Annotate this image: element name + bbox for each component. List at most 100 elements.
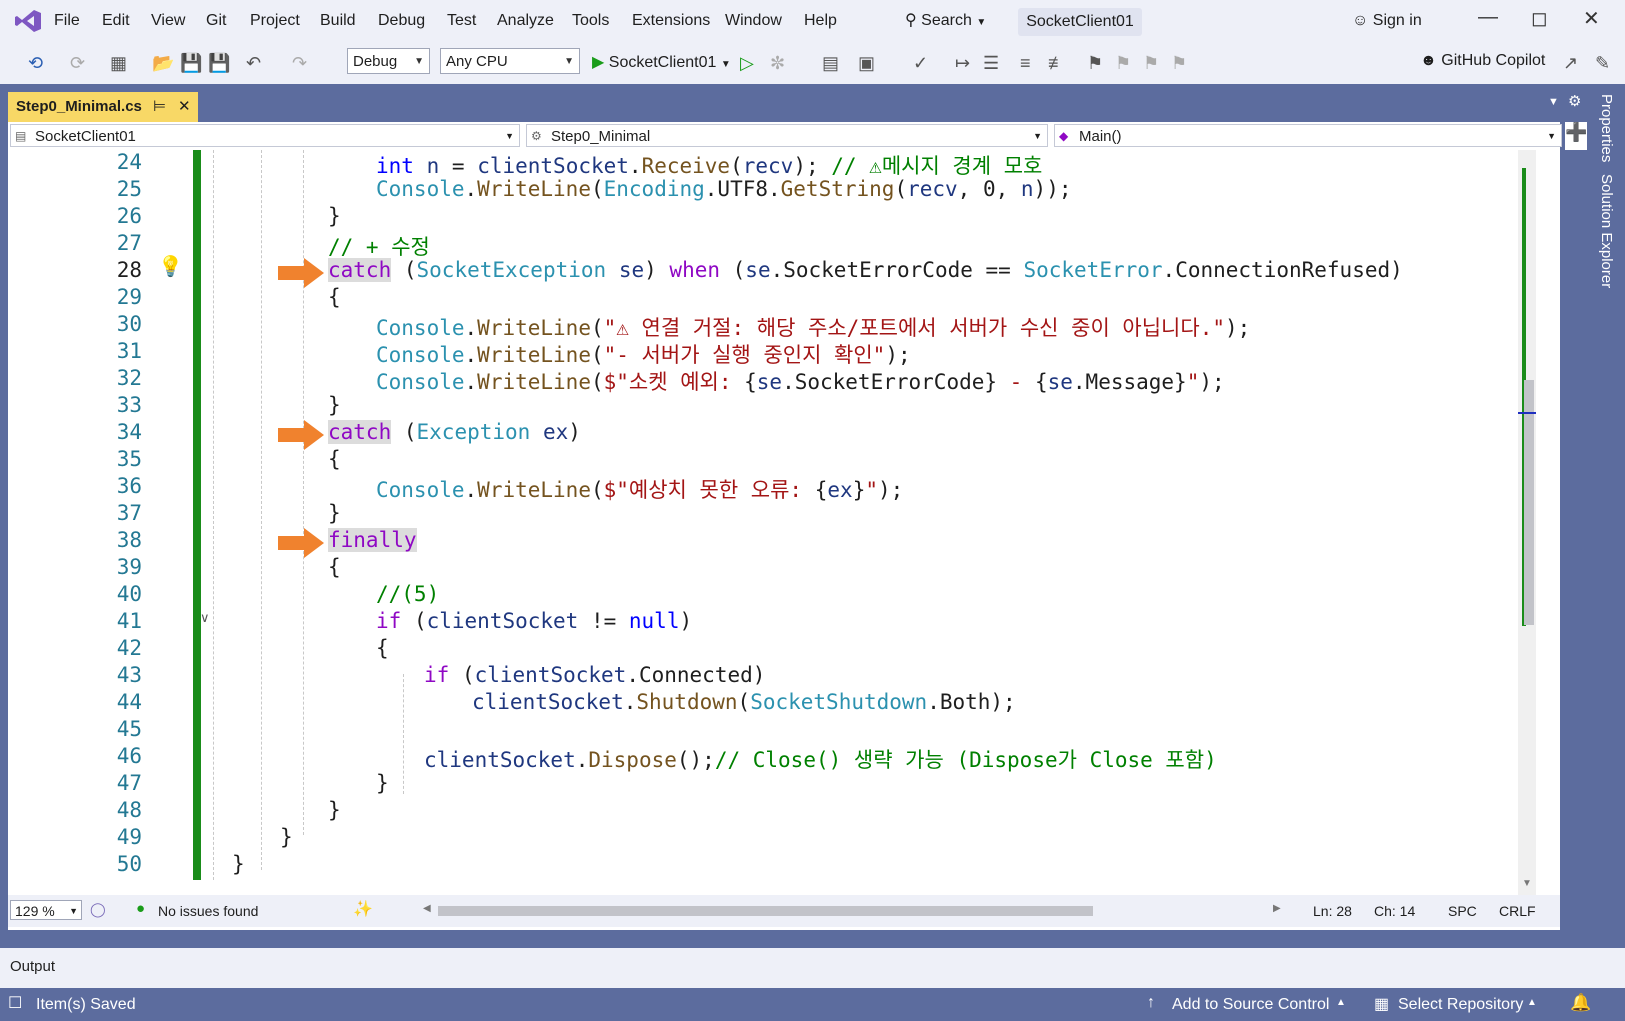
menu-extensions[interactable]: Extensions xyxy=(632,12,710,30)
platform-dropdown[interactable]: Any CPU ▼ xyxy=(440,48,580,74)
menu-help[interactable]: Help xyxy=(804,12,837,30)
clear-bookmarks-icon[interactable]: ⚑ xyxy=(1171,53,1187,74)
menu-test[interactable]: Test xyxy=(447,12,476,30)
undo-icon[interactable]: ↶ xyxy=(246,53,261,74)
code-line: if (clientSocket.Connected) xyxy=(424,663,766,687)
class-value: Step0_Minimal xyxy=(551,128,651,145)
code-line: } xyxy=(328,204,341,228)
start-without-debugging-icon[interactable]: ▷ xyxy=(740,53,754,74)
issues-status[interactable]: No issues found xyxy=(158,903,258,919)
feedback-icon[interactable]: ✎ xyxy=(1595,53,1610,74)
line-indicator[interactable]: Ln: 28 xyxy=(1313,903,1352,919)
new-item-icon[interactable]: ▦ xyxy=(110,53,127,74)
menu-debug[interactable]: Debug xyxy=(378,12,425,30)
account-icon: ☺ xyxy=(1352,12,1369,29)
caret-position-marker xyxy=(1518,412,1536,414)
chevron-up-icon: ▲ xyxy=(1527,997,1537,1008)
code-line: } xyxy=(376,771,389,795)
back-icon[interactable]: ⟲ xyxy=(28,53,43,74)
maximize-icon[interactable]: ◻ xyxy=(1531,6,1548,31)
close-icon[interactable]: ✕ xyxy=(1583,6,1600,31)
code-line: } xyxy=(328,501,341,525)
format-icon[interactable]: ☰ xyxy=(983,53,999,74)
uncomment-icon[interactable]: ≢ xyxy=(1048,53,1066,74)
class-dropdown[interactable]: ⚙ Step0_Minimal ▼ xyxy=(526,124,1048,147)
lightbulb-icon[interactable]: 💡 xyxy=(158,254,183,279)
menu-edit[interactable]: Edit xyxy=(102,12,130,30)
sign-in-label: Sign in xyxy=(1372,12,1422,29)
line-number: 26 xyxy=(116,204,142,228)
tab-step0-minimal[interactable]: Step0_Minimal.cs ⊨ ✕ xyxy=(8,92,198,122)
code-line: catch (Exception ex) xyxy=(328,420,581,444)
notification-bell-icon[interactable]: 🔔 xyxy=(1570,993,1591,1013)
output-tab[interactable]: Output xyxy=(10,958,55,975)
column-indicator[interactable]: Ch: 14 xyxy=(1374,903,1415,919)
menu-analyze[interactable]: Analyze xyxy=(497,12,554,30)
hot-reload-icon[interactable]: ✼ xyxy=(770,53,785,74)
scroll-thumb[interactable] xyxy=(1524,380,1534,625)
zoom-dropdown[interactable]: 129 % ▼ xyxy=(10,900,82,920)
menu-file[interactable]: File xyxy=(54,12,80,30)
start-debugging-button[interactable]: ▶ SocketClient01 ▼ xyxy=(592,52,731,72)
search-box[interactable]: ⚲ Search ▼ xyxy=(905,10,986,30)
tab-list-chevron-icon[interactable]: ▼ xyxy=(1548,96,1559,108)
open-folder-icon[interactable]: 📂 xyxy=(152,53,174,74)
code-editor[interactable]: 24 25 26 27 28 29 30 31 32 33 34 35 36 3… xyxy=(8,150,1560,930)
collapse-chevron-icon[interactable]: ∨ xyxy=(200,610,210,626)
project-dropdown[interactable]: ▤ SocketClient01 ▼ xyxy=(10,124,520,147)
share-icon[interactable]: ↗ xyxy=(1563,53,1578,74)
split-window-icon[interactable]: ➕ xyxy=(1565,122,1587,150)
configuration-dropdown[interactable]: Debug ▼ xyxy=(347,48,430,74)
line-number: 39 xyxy=(116,555,142,579)
chevron-down-icon: ▼ xyxy=(414,56,424,67)
editor-status-row: 129 % ▼ ◯ ● No issues found ✨ ◀ ▶ Ln: 28… xyxy=(8,895,1560,927)
solution-explorer-icon[interactable]: ▤ xyxy=(822,53,839,74)
next-bookmark-icon[interactable]: ⚑ xyxy=(1143,53,1159,74)
layout-icon[interactable]: ▣ xyxy=(858,53,875,74)
prev-bookmark-icon[interactable]: ⚑ xyxy=(1115,53,1131,74)
add-to-source-control-button[interactable]: Add to Source Control xyxy=(1172,996,1329,1014)
gear-icon[interactable]: ⚙ xyxy=(1568,92,1581,110)
indent-guide xyxy=(261,150,262,870)
comment-icon[interactable]: ≡ xyxy=(1020,53,1031,74)
whitespace-indicator[interactable]: SPC xyxy=(1448,903,1477,919)
save-all-icon[interactable]: 💾 xyxy=(208,53,230,74)
navigation-bar: ▤ SocketClient01 ▼ ⚙ Step0_Minimal ▼ ◆ M… xyxy=(8,122,1562,151)
title-bar: File Edit View Git Project Build Debug T… xyxy=(0,0,1625,44)
properties-tab[interactable]: Properties xyxy=(1598,94,1615,162)
horizontal-scroll-thumb[interactable] xyxy=(438,906,1093,916)
sign-in-button[interactable]: ☺ Sign in xyxy=(1352,12,1422,30)
forward-icon[interactable]: ⟳ xyxy=(70,53,85,74)
line-number: 37 xyxy=(116,501,142,525)
menu-build[interactable]: Build xyxy=(320,12,356,30)
scroll-right-icon[interactable]: ▶ xyxy=(1273,903,1281,914)
member-dropdown[interactable]: ◆ Main() ▼ xyxy=(1054,124,1562,147)
solution-explorer-tab[interactable]: Solution Explorer xyxy=(1598,174,1615,288)
code-cleanup-icon[interactable]: ✨ xyxy=(353,899,373,919)
menu-project[interactable]: Project xyxy=(250,12,300,30)
menu-git[interactable]: Git xyxy=(206,12,226,30)
close-tab-icon[interactable]: ✕ xyxy=(178,92,191,122)
bookmark-icon[interactable]: ⚑ xyxy=(1087,53,1103,74)
save-icon[interactable]: 💾 xyxy=(180,53,202,74)
annotation-arrow-icon xyxy=(278,528,324,558)
scroll-down-icon[interactable]: ▼ xyxy=(1522,878,1532,889)
menu-window[interactable]: Window xyxy=(725,12,782,30)
minimize-icon[interactable]: — xyxy=(1478,6,1498,29)
redo-icon[interactable]: ↷ xyxy=(292,53,307,74)
line-number: 24 xyxy=(116,150,142,174)
github-copilot-button[interactable]: ☻ GitHub Copilot xyxy=(1420,52,1545,70)
menu-tools[interactable]: Tools xyxy=(572,12,609,30)
step-icon[interactable]: ↦ xyxy=(955,53,970,74)
line-ending-indicator[interactable]: CRLF xyxy=(1499,903,1536,919)
vertical-scrollbar[interactable]: ▼ xyxy=(1518,150,1536,895)
code-line: // + 수정 xyxy=(328,235,430,259)
select-repository-button[interactable]: Select Repository xyxy=(1398,996,1523,1014)
line-number: 45 xyxy=(116,717,142,741)
menu-view[interactable]: View xyxy=(151,12,185,30)
scroll-left-icon[interactable]: ◀ xyxy=(423,903,431,914)
notification-window-icon[interactable]: ☐ xyxy=(8,993,22,1013)
spell-check-icon[interactable]: ✓ xyxy=(913,53,928,74)
intellicode-icon[interactable]: ◯ xyxy=(90,901,106,918)
pin-icon[interactable]: ⊨ xyxy=(153,92,166,122)
